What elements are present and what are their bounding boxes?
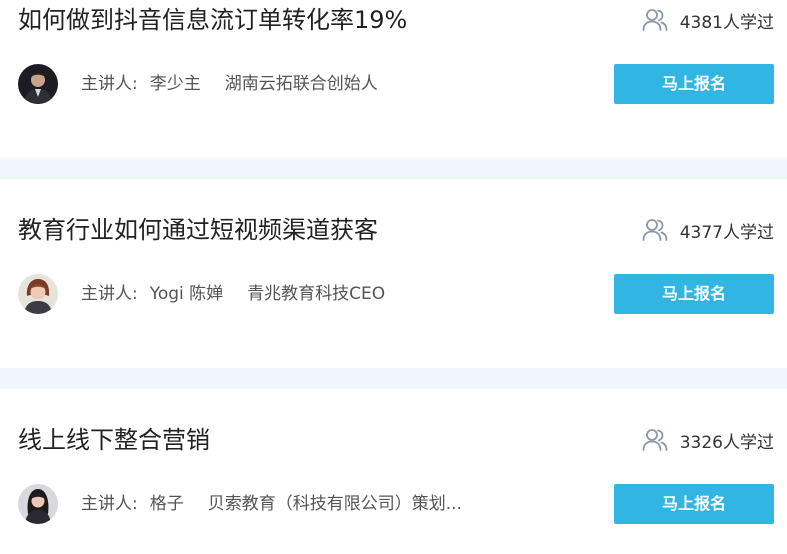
speaker-title: 湖南云拓联合创始人 [224, 74, 378, 94]
speaker-label: 主讲人: [81, 74, 138, 94]
speaker-info: 主讲人: 格子 贝索教育（科技有限公司）策划... [81, 492, 462, 516]
course-title[interactable]: 线上线下整合营销 [18, 424, 210, 456]
speaker-title: 贝索教育（科技有限公司）策划... [207, 494, 462, 514]
speaker-label: 主讲人: [81, 494, 138, 514]
course-list: 如何做到抖音信息流订单转化率19% 4381人学过 主讲人: 李少主 湖南云拓联合创… [0, 0, 787, 554]
signup-button[interactable]: 马上报名 [614, 64, 774, 104]
learner-count: 4377人学过 [642, 214, 774, 246]
speaker-info: 主讲人: Yogi 陈婵 青兆教育科技CEO [81, 282, 385, 306]
speaker-avatar [18, 64, 58, 104]
learner-count-text: 4377人学过 [679, 222, 774, 243]
course-card[interactable]: 线上线下整合营销 3326人学过 主讲人: 格子 贝索教育（科技有限公司）策划...… [0, 420, 787, 554]
course-card[interactable]: 教育行业如何通过短视频渠道获客 4377人学过 主讲人: Yogi 陈婵 青兆教育科… [0, 210, 787, 368]
section-divider [0, 158, 787, 179]
speaker-title: 青兆教育科技CEO [247, 284, 386, 304]
learner-count: 4381人学过 [642, 4, 774, 36]
course-title[interactable]: 如何做到抖音信息流订单转化率19% [18, 4, 407, 36]
speaker-avatar [18, 484, 58, 524]
speaker-name: 格子 [149, 494, 184, 514]
learner-count-text: 3326人学过 [679, 432, 774, 453]
speaker-label: 主讲人: [81, 284, 138, 304]
learner-count-text: 4381人学过 [679, 12, 774, 33]
signup-button[interactable]: 马上报名 [614, 484, 774, 524]
users-icon [642, 219, 668, 241]
users-icon [642, 429, 668, 451]
course-title[interactable]: 教育行业如何通过短视频渠道获客 [18, 214, 378, 246]
speaker-name: 李少主 [149, 74, 201, 94]
course-card[interactable]: 如何做到抖音信息流订单转化率19% 4381人学过 主讲人: 李少主 湖南云拓联合创… [0, 0, 787, 158]
learner-count: 3326人学过 [642, 424, 774, 456]
speaker-name: Yogi 陈婵 [149, 284, 224, 304]
section-divider [0, 368, 787, 389]
signup-button[interactable]: 马上报名 [614, 274, 774, 314]
speaker-avatar [18, 274, 58, 314]
users-icon [642, 9, 668, 31]
speaker-info: 主讲人: 李少主 湖南云拓联合创始人 [81, 72, 378, 96]
